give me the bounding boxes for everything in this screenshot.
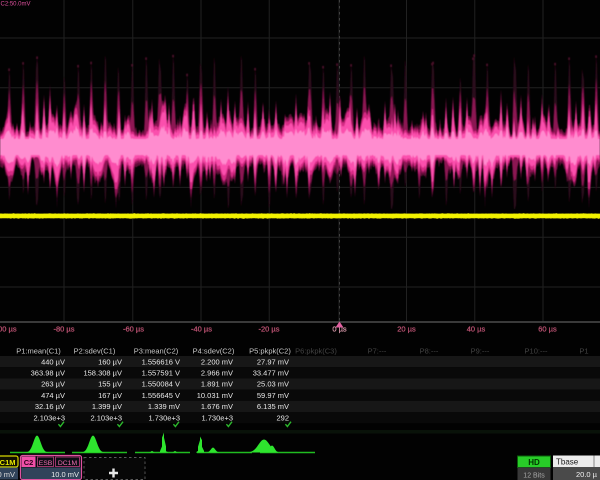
svg-text:1.550084 V: 1.550084 V [142,380,180,389]
svg-text:12 Bits: 12 Bits [523,472,545,479]
svg-text:32.16 µV: 32.16 µV [35,402,65,411]
svg-text:474 µV: 474 µV [41,391,65,400]
svg-text:1.399 µV: 1.399 µV [92,402,122,411]
svg-text:-60 µs: -60 µs [123,324,144,333]
svg-text:167 µV: 167 µV [98,391,122,400]
svg-text:P1:mean(C1): P1:mean(C1) [16,347,61,356]
svg-text:C2:50.0mV: C2:50.0mV [1,2,31,8]
svg-text:P4:sdev(C2): P4:sdev(C2) [193,347,235,356]
svg-text:0 µs: 0 µs [332,324,347,333]
svg-text:10.031 mV: 10.031 mV [197,391,233,400]
svg-text:1.556645 V: 1.556645 V [142,391,180,400]
svg-text:P10:---: P10:--- [525,347,548,356]
svg-text:C2: C2 [24,458,34,467]
svg-text:P3:mean(C2): P3:mean(C2) [134,347,179,356]
svg-text:-40 µs: -40 µs [191,324,212,333]
svg-text:20 µs: 20 µs [397,324,416,333]
svg-text:25.03 mV: 25.03 mV [257,380,289,389]
svg-text:155 µV: 155 µV [98,380,122,389]
svg-text:2.103e+3: 2.103e+3 [34,413,66,422]
svg-text:DC1M: DC1M [0,458,16,467]
svg-text:20.0 µ: 20.0 µ [576,470,598,479]
svg-text:2.966 mV: 2.966 mV [201,369,233,378]
svg-text:6.135 mV: 6.135 mV [257,402,289,411]
svg-text:1.891 mV: 1.891 mV [201,380,233,389]
svg-text:363.98 µV: 363.98 µV [31,369,65,378]
svg-text:P5:pkpk(C2): P5:pkpk(C2) [249,347,291,356]
svg-text:ESB: ESB [39,460,53,467]
svg-text:160 µV: 160 µV [98,357,122,366]
svg-text:158.308 µV: 158.308 µV [83,369,122,378]
svg-text:Tbase: Tbase [556,458,579,467]
svg-text:-80 µs: -80 µs [54,324,75,333]
svg-text:P8:---: P8:--- [420,347,439,356]
svg-text:1.676 mV: 1.676 mV [201,402,233,411]
svg-text:292: 292 [276,413,289,422]
svg-text:263 µV: 263 µV [41,380,65,389]
svg-text:1.556616 V: 1.556616 V [142,357,180,366]
svg-text:P7:---: P7:--- [368,347,387,356]
svg-text:1.730e+3: 1.730e+3 [202,413,234,422]
svg-text:P6:pkpk(C3): P6:pkpk(C3) [295,347,337,356]
svg-text:27.97 mV: 27.97 mV [257,357,289,366]
svg-text:P2:sdev(C1): P2:sdev(C1) [74,347,116,356]
svg-text:0 mV: 0 mV [0,470,15,479]
svg-text:2.103e+3: 2.103e+3 [91,413,123,422]
svg-text:P9:---: P9:--- [471,347,490,356]
svg-text:33.477 mV: 33.477 mV [253,369,289,378]
svg-text:59.97 mV: 59.97 mV [257,391,289,400]
svg-text:10.0 mV: 10.0 mV [51,470,79,479]
svg-text:P1: P1 [579,347,588,356]
svg-text:-20 µs: -20 µs [259,324,280,333]
svg-text:440 µV: 440 µV [41,357,65,366]
svg-text:-100 µs: -100 µs [0,324,17,333]
svg-text:60 µs: 60 µs [538,324,557,333]
svg-text:1.730e+3: 1.730e+3 [149,413,181,422]
svg-text:1.339 mV: 1.339 mV [148,402,180,411]
svg-text:DC1M: DC1M [58,460,78,467]
svg-text:40 µs: 40 µs [467,324,486,333]
svg-text:HD: HD [528,458,540,467]
svg-text:1.557591 V: 1.557591 V [142,369,180,378]
svg-text:2.200 mV: 2.200 mV [201,357,233,366]
